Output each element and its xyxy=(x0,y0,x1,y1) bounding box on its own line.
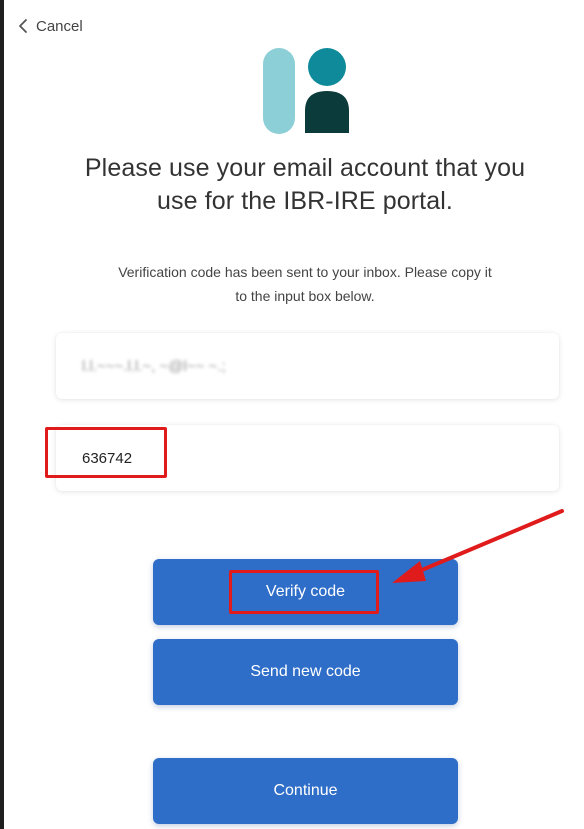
brand-logo-icon xyxy=(263,48,349,134)
email-field[interactable]: l.l.~~~.l.l.~, ~@l~~ ~.; xyxy=(56,333,559,399)
continue-label: Continue xyxy=(273,782,338,799)
message-line-2: to the input box below. xyxy=(235,288,375,304)
chevron-left-icon xyxy=(18,18,28,34)
cancel-label: Cancel xyxy=(36,17,83,35)
send-new-code-button[interactable]: Send new code xyxy=(153,639,458,705)
email-value: l.l.~~~.l.l.~, ~@l~~ ~.; xyxy=(82,357,226,375)
send-new-code-label: Send new code xyxy=(250,663,361,680)
title-line-2: use for the IBR-IRE portal. xyxy=(157,187,453,215)
code-highlight-box xyxy=(45,427,167,478)
annotation-arrow-icon xyxy=(392,509,564,583)
page-title: Please use your email account that you u… xyxy=(40,152,570,218)
cancel-link[interactable]: Cancel xyxy=(18,12,83,40)
message-line-1: Verification code has been sent to your … xyxy=(118,264,492,280)
verification-message: Verification code has been sent to your … xyxy=(40,260,570,308)
left-border-line xyxy=(0,0,4,829)
verify-highlight-box xyxy=(229,570,379,614)
continue-button[interactable]: Continue xyxy=(153,758,458,824)
title-line-1: Please use your email account that you xyxy=(84,154,526,182)
